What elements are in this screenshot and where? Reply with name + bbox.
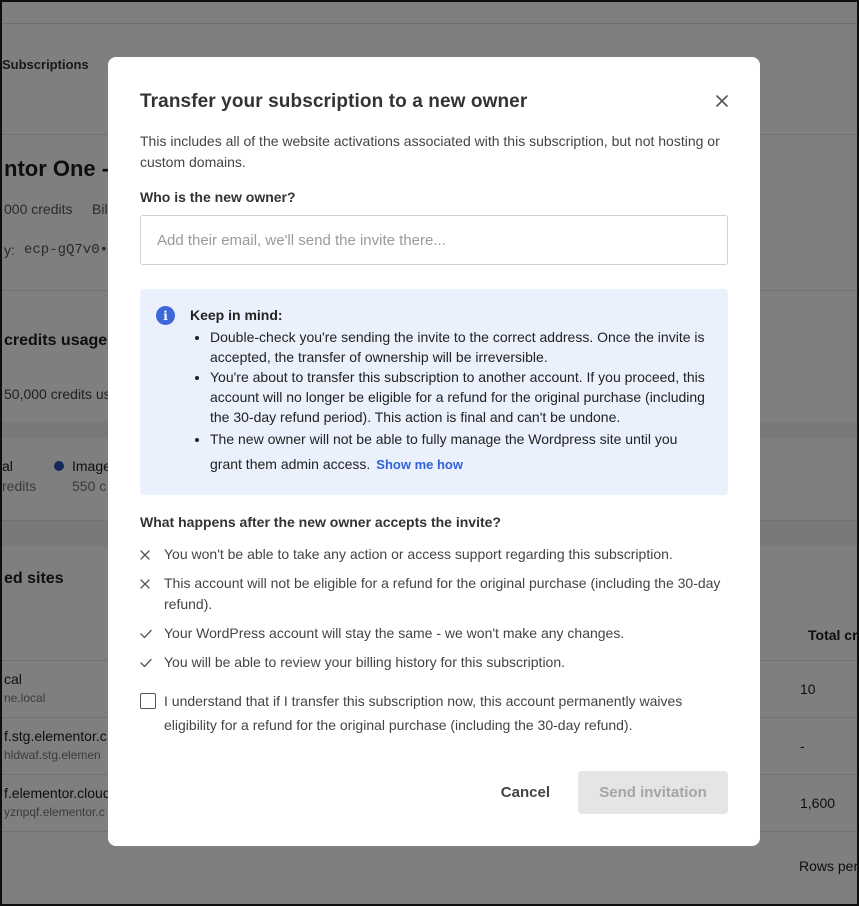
acknowledge-text: I understand that if I transfer this sub… — [164, 693, 683, 733]
new-owner-label: Who is the new owner? — [140, 189, 296, 205]
notice-item: You're about to transfer this subscripti… — [210, 367, 710, 427]
transfer-subscription-dialog: Transfer your subscription to a new owne… — [108, 57, 760, 846]
consequence-text: You will be able to review your billing … — [164, 654, 566, 670]
consequence-text: Your WordPress account will stay the sam… — [164, 625, 625, 641]
notice-item: Double-check you're sending the invite t… — [210, 327, 710, 367]
info-icon: i — [156, 306, 175, 325]
after-accept-title: What happens after the new owner accepts… — [140, 514, 501, 530]
send-invitation-button[interactable]: Send invitation — [578, 771, 728, 814]
dialog-intro: This includes all of the website activat… — [140, 133, 720, 170]
cancel-button[interactable]: Cancel — [485, 771, 566, 814]
consequence-item: Your WordPress account will stay the sam… — [140, 623, 728, 644]
x-icon — [140, 578, 150, 589]
dialog-title: Transfer your subscription to a new owne… — [140, 91, 528, 112]
keep-in-mind-notice: i Keep in mind: Double-check you're send… — [140, 289, 728, 495]
new-owner-email-input[interactable] — [140, 215, 728, 265]
notice-item: The new owner will not be able to fully … — [210, 427, 710, 477]
check-icon — [140, 629, 152, 638]
acknowledge-checkbox[interactable] — [140, 693, 156, 709]
notice-list: Double-check you're sending the invite t… — [190, 327, 710, 477]
dialog-actions: Cancel Send invitation — [485, 771, 728, 814]
close-button[interactable] — [712, 91, 732, 111]
check-icon — [140, 658, 152, 667]
close-icon — [716, 95, 728, 107]
acknowledge-row[interactable]: I understand that if I transfer this sub… — [140, 689, 728, 737]
show-me-how-link[interactable]: Show me how — [376, 457, 463, 472]
consequence-item: This account will not be eligible for a … — [140, 573, 728, 615]
consequence-item: You won't be able to take any action or … — [140, 544, 728, 565]
consequences-list: You won't be able to take any action or … — [140, 544, 728, 673]
x-icon — [140, 549, 150, 560]
consequence-item: You will be able to review your billing … — [140, 652, 728, 673]
consequence-text: This account will not be eligible for a … — [164, 575, 721, 612]
notice-title: Keep in mind: — [190, 307, 283, 323]
consequence-text: You won't be able to take any action or … — [164, 546, 673, 562]
